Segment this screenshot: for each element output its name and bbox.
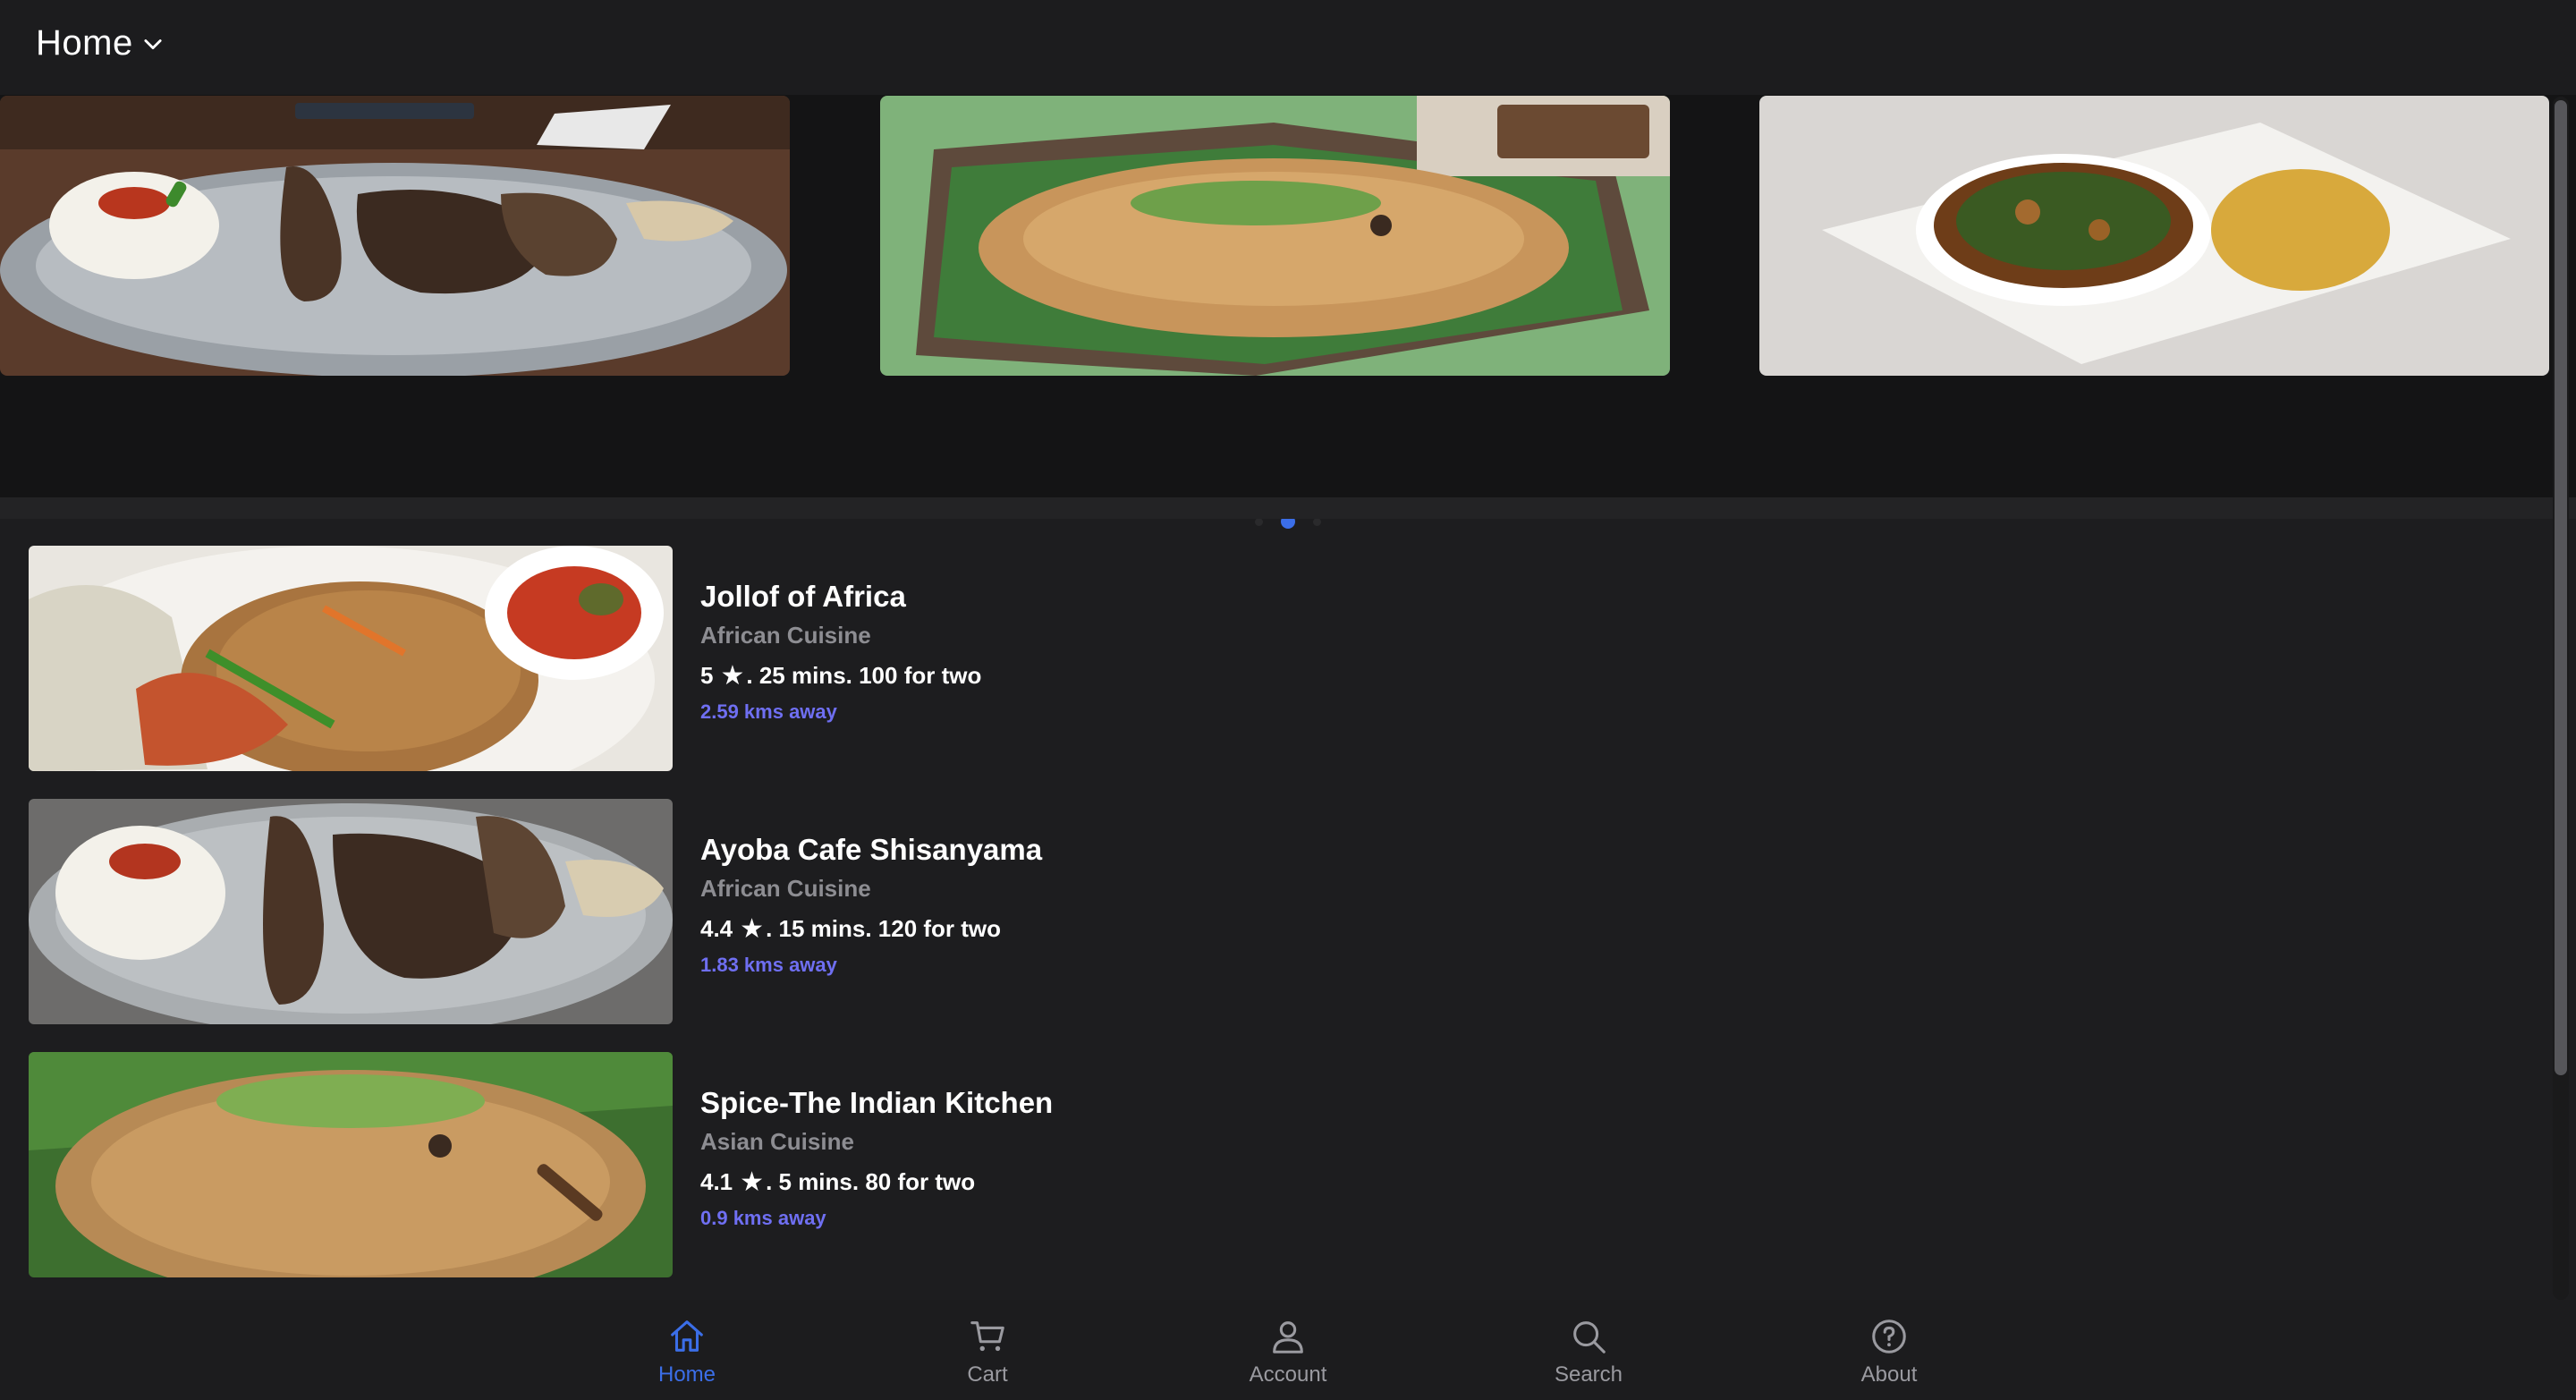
home-icon <box>671 1320 703 1352</box>
tab-label: Home <box>657 1362 716 1387</box>
food-image <box>1759 96 2549 376</box>
tab-account[interactable]: Account <box>1216 1316 1360 1387</box>
carousel-slide-grilled-meat[interactable] <box>0 96 790 376</box>
page-title: Home <box>36 23 133 63</box>
food-image <box>29 546 673 771</box>
restaurant-card[interactable]: Spice-The Indian Kitchen Asian Cuisine 4… <box>29 1052 1370 1277</box>
restaurant-distance: 0.9 kms away <box>700 1206 826 1229</box>
restaurant-info: Spice-The Indian Kitchen Asian Cuisine 4… <box>700 1052 1053 1277</box>
carousel-slide-veg-soup[interactable] <box>1759 96 2549 376</box>
restaurant-distance: 2.59 kms away <box>700 700 837 723</box>
food-image <box>29 1052 673 1277</box>
restaurant-thumbnail <box>29 546 673 771</box>
star-icon: ★ <box>740 1167 765 1197</box>
tab-label: Search <box>1554 1362 1623 1387</box>
restaurant-card[interactable]: Jollof of Africa African Cuisine 5 ★ . 2… <box>29 546 1370 771</box>
restaurant-name: Spice-The Indian Kitchen <box>700 1086 1054 1119</box>
restaurant-meta: 5 ★ . 25 mins. 100 for two <box>700 660 981 692</box>
restaurant-rating: 4.4 <box>700 914 733 942</box>
restaurant-info: Jollof of Africa African Cuisine 5 ★ . 2… <box>700 546 981 771</box>
restaurant-details: . 5 mins. 80 for two <box>766 1167 976 1195</box>
restaurant-cuisine: Asian Cuisine <box>700 1127 854 1155</box>
bottom-tab-bar: Home Cart Account Search About <box>0 1300 2576 1400</box>
restaurant-card[interactable]: Ayoba Cafe Shisanyama African Cuisine 4.… <box>29 799 1370 1024</box>
restaurant-meta: 4.1 ★ . 5 mins. 80 for two <box>700 1167 1053 1198</box>
tab-home[interactable]: Home <box>615 1316 758 1387</box>
star-icon: ★ <box>720 660 745 691</box>
restaurant-meta: 4.4 ★ . 15 mins. 120 for two <box>700 913 1042 945</box>
tab-label: Account <box>1249 1362 1327 1387</box>
home-dropdown[interactable]: Home <box>36 23 165 64</box>
chevron-down-icon <box>144 38 162 49</box>
restaurant-details: . 25 mins. 100 for two <box>746 661 982 689</box>
scrollbar-thumb[interactable] <box>2555 100 2567 1075</box>
tab-label: Cart <box>967 1362 1008 1387</box>
restaurant-name: Ayoba Cafe Shisanyama <box>700 833 1043 866</box>
restaurant-name: Jollof of Africa <box>700 580 906 613</box>
restaurant-rating: 5 <box>700 661 714 689</box>
tab-search[interactable]: Search <box>1517 1316 1660 1387</box>
cart-icon <box>970 1321 1004 1352</box>
restaurant-rating: 4.1 <box>700 1167 733 1195</box>
account-icon <box>1273 1321 1303 1353</box>
star-icon: ★ <box>740 913 765 944</box>
restaurant-info: Ayoba Cafe Shisanyama African Cuisine 4.… <box>700 799 1042 1024</box>
restaurant-list: Jollof of Africa African Cuisine 5 ★ . 2… <box>0 519 2549 1306</box>
help-icon <box>1872 1319 1906 1353</box>
tab-about[interactable]: About <box>1818 1316 1961 1387</box>
restaurant-cuisine: African Cuisine <box>700 621 871 649</box>
restaurant-thumbnail <box>29 1052 673 1277</box>
restaurant-details: . 15 mins. 120 for two <box>766 914 1002 942</box>
featured-carousel[interactable] <box>0 95 2576 529</box>
carousel-slide-fried-rice[interactable] <box>880 96 1670 376</box>
tab-cart[interactable]: Cart <box>916 1316 1059 1387</box>
restaurant-distance: 1.83 kms away <box>700 953 837 976</box>
tab-label: About <box>1860 1362 1918 1387</box>
search-icon <box>1573 1321 1606 1353</box>
section-divider <box>0 497 2576 519</box>
food-image <box>880 96 1670 376</box>
top-header: Home <box>0 0 2576 95</box>
restaurant-cuisine: African Cuisine <box>700 874 871 902</box>
food-image <box>29 799 673 1024</box>
restaurant-thumbnail <box>29 799 673 1024</box>
food-image <box>0 96 790 376</box>
